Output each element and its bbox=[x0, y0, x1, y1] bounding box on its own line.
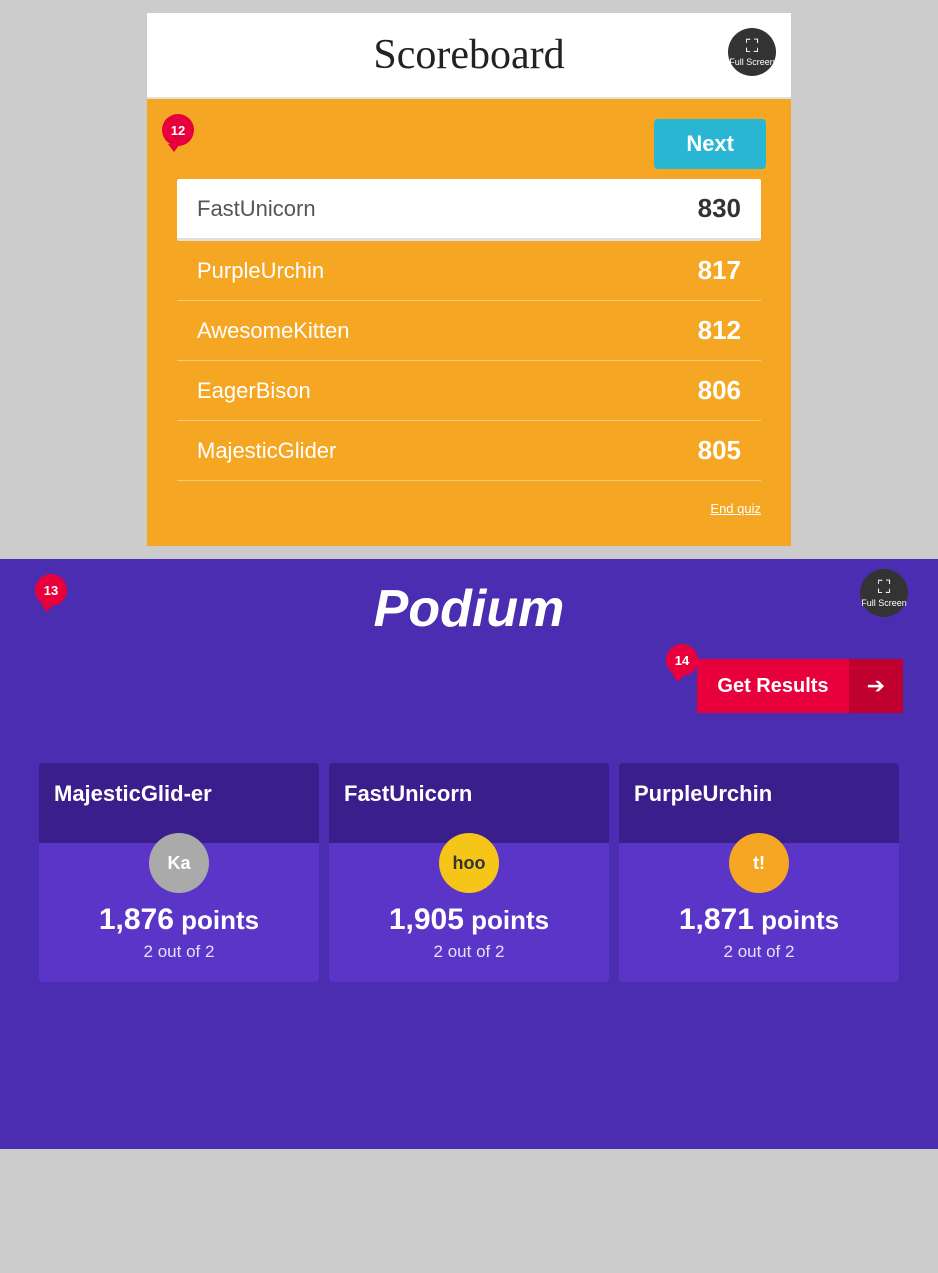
podium-card-header-1: MajesticGlid-er bbox=[39, 763, 319, 843]
player-score: 806 bbox=[698, 375, 741, 406]
next-button[interactable]: Next bbox=[654, 119, 766, 169]
fullscreen-icon-podium: ⛶ bbox=[878, 578, 891, 596]
fullscreen-button-podium[interactable]: ⛶ Full Screen bbox=[860, 569, 908, 617]
podium-section: 13 Podium ⛶ Full Screen 14 Get Results ➔… bbox=[0, 559, 938, 1149]
table-row: MajesticGlider 805 bbox=[177, 421, 761, 481]
card-sub-3: 2 out of 2 bbox=[634, 942, 884, 962]
player-name: PurpleUrchin bbox=[197, 258, 324, 284]
avatar-label-1: Ka bbox=[167, 853, 190, 874]
podium-card-body-3: t! 1,871 points 2 out of 2 bbox=[619, 843, 899, 982]
fullscreen-label-top: Full Screen bbox=[729, 57, 775, 67]
podium-cards: MajesticGlid-er Ka 1,876 points 2 out of… bbox=[20, 733, 918, 992]
get-results-button[interactable]: Get Results bbox=[697, 659, 848, 713]
table-row: AwesomeKitten 812 bbox=[177, 301, 761, 361]
podium-card-header-2: FastUnicorn bbox=[329, 763, 609, 843]
points-value-3: 1,871 bbox=[679, 903, 754, 936]
avatar-label-3: t! bbox=[753, 853, 765, 874]
podium-player-name-1: MajesticGlid-er bbox=[54, 781, 212, 807]
player-score: 830 bbox=[698, 193, 741, 224]
avatar-label-2: hoo bbox=[453, 853, 486, 874]
podium-card-header-3: PurpleUrchin bbox=[619, 763, 899, 843]
player-score: 817 bbox=[698, 255, 741, 286]
card-points-2: 1,905 points bbox=[344, 903, 594, 937]
table-row: EagerBison 806 bbox=[177, 361, 761, 421]
player-name: AwesomeKitten bbox=[197, 318, 349, 344]
fullscreen-label-podium: Full Screen bbox=[861, 598, 907, 608]
player-score: 805 bbox=[698, 435, 741, 466]
table-row: FastUnicorn 830 bbox=[177, 179, 761, 241]
podium-card-2: FastUnicorn hoo 1,905 points 2 out of 2 bbox=[329, 763, 609, 982]
scoreboard-body: 12 Next FastUnicorn 830 PurpleUrchin 817… bbox=[147, 99, 791, 546]
scoreboard-list: FastUnicorn 830 PurpleUrchin 817 Awesome… bbox=[177, 179, 761, 481]
card-sub-1: 2 out of 2 bbox=[54, 942, 304, 962]
player-name: FastUnicorn bbox=[197, 196, 316, 222]
points-value-1: 1,876 bbox=[99, 903, 174, 936]
podium-card-3: PurpleUrchin t! 1,871 points 2 out of 2 bbox=[619, 763, 899, 982]
fullscreen-icon: ⛶ bbox=[746, 37, 759, 55]
card-sub-2: 2 out of 2 bbox=[344, 942, 594, 962]
points-value-2: 1,905 bbox=[389, 903, 464, 936]
table-row: PurpleUrchin 817 bbox=[177, 241, 761, 301]
podium-card-body-2: hoo 1,905 points 2 out of 2 bbox=[329, 843, 609, 982]
badge-14: 14 bbox=[666, 644, 698, 676]
podium-card-1: MajesticGlid-er Ka 1,876 points 2 out of… bbox=[39, 763, 319, 982]
podium-header: 13 Podium ⛶ Full Screen bbox=[20, 559, 918, 649]
podium-player-name-2: FastUnicorn bbox=[344, 781, 472, 807]
avatar-2: hoo bbox=[439, 833, 499, 893]
badge-12: 12 bbox=[162, 114, 194, 146]
scoreboard-title: Scoreboard bbox=[373, 31, 564, 79]
get-results-row: 14 Get Results ➔ bbox=[20, 649, 918, 733]
get-results-arrow[interactable]: ➔ bbox=[849, 659, 903, 713]
podium-player-name-3: PurpleUrchin bbox=[634, 781, 772, 807]
podium-title: Podium bbox=[374, 579, 565, 639]
badge-13: 13 bbox=[35, 574, 67, 606]
card-points-3: 1,871 points bbox=[634, 903, 884, 937]
player-score: 812 bbox=[698, 315, 741, 346]
scoreboard-section: Scoreboard ⛶ Full Screen 12 Next FastUni… bbox=[144, 10, 794, 549]
avatar-1: Ka bbox=[149, 833, 209, 893]
scoreboard-header: Scoreboard ⛶ Full Screen bbox=[147, 13, 791, 99]
player-name: MajesticGlider bbox=[197, 438, 336, 464]
end-quiz-link[interactable]: End quiz bbox=[177, 501, 761, 516]
fullscreen-button-top[interactable]: ⛶ Full Screen bbox=[728, 28, 776, 76]
player-name: EagerBison bbox=[197, 378, 311, 404]
get-results-label: Get Results bbox=[717, 675, 828, 698]
card-points-1: 1,876 points bbox=[54, 903, 304, 937]
podium-card-body-1: Ka 1,876 points 2 out of 2 bbox=[39, 843, 319, 982]
avatar-3: t! bbox=[729, 833, 789, 893]
